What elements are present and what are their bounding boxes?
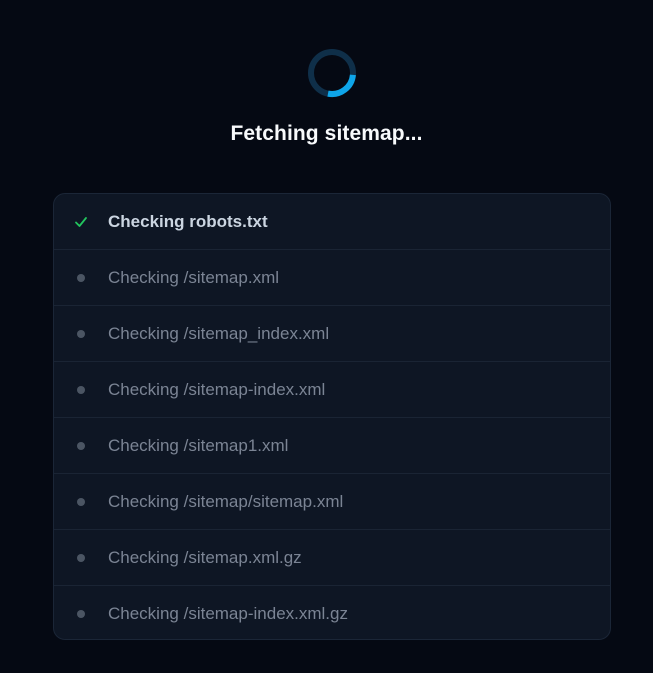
page-title: Fetching sitemap... <box>230 122 423 145</box>
status-indicator <box>54 553 108 562</box>
list-item: Checking /sitemap-index.xml <box>54 362 610 418</box>
check-label: Checking robots.txt <box>108 211 268 231</box>
check-icon <box>75 216 87 227</box>
list-item: Checking /sitemap.xml.gz <box>54 530 610 586</box>
dot-icon <box>77 497 85 506</box>
loading-spinner-icon <box>308 49 356 98</box>
status-indicator <box>54 273 108 282</box>
dot-icon <box>77 441 85 450</box>
dot-icon <box>77 610 85 618</box>
check-label: Checking /sitemap-index.xml <box>108 379 326 399</box>
check-label: Checking /sitemap-index.xml.gz <box>108 604 348 623</box>
status-indicator <box>54 441 108 450</box>
list-item: Checking /sitemap-index.xml.gz <box>54 586 610 639</box>
status-indicator <box>54 497 108 506</box>
check-label: Checking /sitemap/sitemap.xml <box>108 491 344 511</box>
check-label: Checking /sitemap.xml <box>108 267 280 287</box>
check-list: Checking robots.txt Checking /sitemap.xm… <box>53 193 611 640</box>
dot-icon <box>77 329 85 338</box>
dot-icon <box>77 273 85 282</box>
check-label: Checking /sitemap.xml.gz <box>108 547 302 567</box>
status-indicator <box>54 329 108 338</box>
dot-icon <box>77 553 85 562</box>
list-item: Checking /sitemap/sitemap.xml <box>54 474 610 530</box>
status-indicator <box>54 610 108 618</box>
list-item: Checking /sitemap.xml <box>54 250 610 306</box>
list-item: Checking robots.txt <box>54 194 610 250</box>
dot-icon <box>77 385 85 394</box>
check-label: Checking /sitemap1.xml <box>108 435 289 455</box>
list-item: Checking /sitemap1.xml <box>54 418 610 474</box>
check-label: Checking /sitemap_index.xml <box>108 323 330 343</box>
list-item: Checking /sitemap_index.xml <box>54 306 610 362</box>
status-indicator <box>54 215 108 229</box>
status-indicator <box>54 385 108 394</box>
